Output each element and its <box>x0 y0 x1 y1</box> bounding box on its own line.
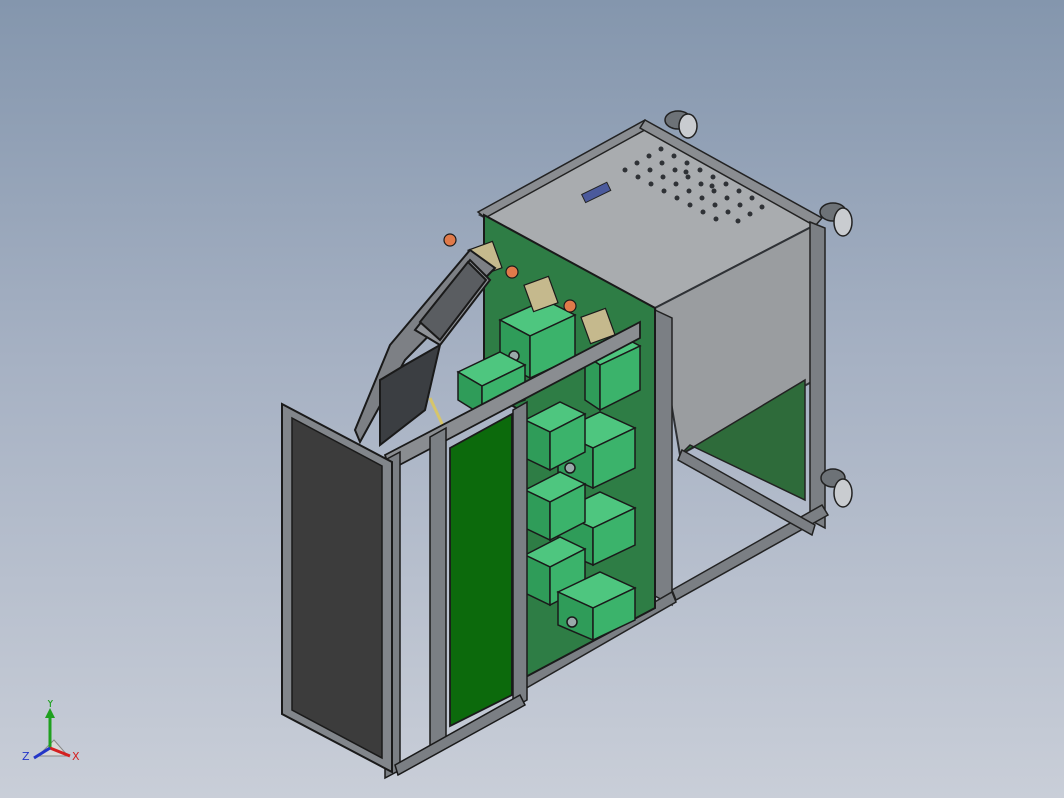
orientation-triad: Y X Z <box>22 700 80 763</box>
front-post-3 <box>512 400 528 710</box>
door-panel <box>291 416 383 760</box>
right-front-post <box>654 308 673 607</box>
front-post-2 <box>429 426 447 754</box>
z-axis-label: Z <box>22 750 30 763</box>
cad-viewport[interactable]: Y X Z <box>0 0 1064 798</box>
y-axis-label: Y <box>46 700 54 710</box>
front-green-strip <box>449 412 513 728</box>
x-axis-label: X <box>72 750 80 763</box>
cabinet-assembly-model[interactable] <box>0 0 1064 798</box>
